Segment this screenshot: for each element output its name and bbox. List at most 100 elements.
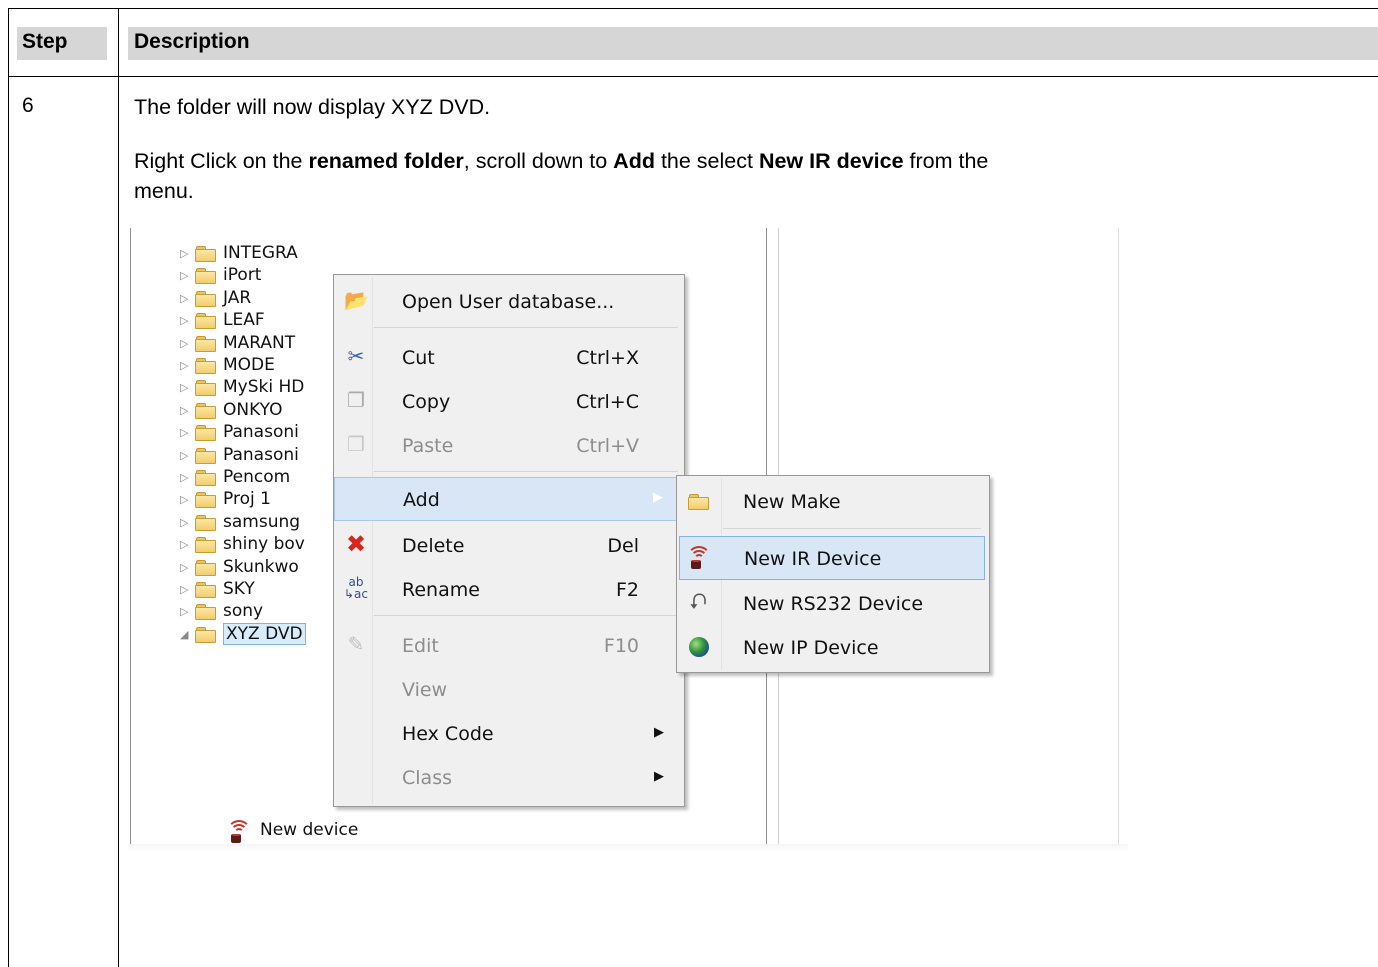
menu-item-add[interactable]: Add ▶ (334, 477, 684, 521)
folder-icon (195, 536, 216, 553)
tree-item[interactable]: ▷ sony (180, 600, 263, 622)
menu-item-label: Copy (402, 391, 451, 413)
folder-icon (195, 469, 216, 486)
tree-item[interactable]: ▷ SKY (180, 578, 255, 600)
menu-item-open-user-database[interactable]: 📂 Open User database... (334, 281, 684, 321)
instruction-line-3: menu. (134, 179, 194, 203)
tree-item[interactable]: ▷ MySki HD (180, 376, 304, 398)
collapsed-arrow-icon[interactable]: ▷ (180, 269, 192, 282)
collapsed-arrow-icon[interactable]: ▷ (180, 471, 192, 484)
tree-item-label: shiny bov (223, 534, 305, 554)
tree-item[interactable]: ▷ INTEGRA (180, 242, 298, 264)
text-run: the select (654, 149, 759, 173)
tree-item[interactable]: ▷ Skunkwo (180, 556, 299, 578)
menu-separator (374, 471, 678, 472)
folder-icon (195, 335, 216, 352)
step-number: 6 (22, 94, 34, 117)
collapsed-arrow-icon[interactable]: ▷ (180, 337, 192, 350)
text-run: from the (903, 149, 989, 173)
menu-item-shortcut: Del (607, 535, 639, 557)
tree-item[interactable]: ▷ ONKYO (180, 399, 282, 421)
submenu-item-new-rs232-device[interactable]: ⮏ New RS232 Device (679, 584, 985, 624)
tree-item-label: Panasoni (223, 422, 299, 442)
collapsed-arrow-icon[interactable]: ▷ (180, 516, 192, 529)
scissors-icon: ✂ (347, 344, 365, 368)
collapsed-arrow-icon[interactable]: ▷ (180, 561, 192, 574)
collapsed-arrow-icon[interactable]: ▷ (180, 493, 192, 506)
pane-border-left (130, 228, 131, 852)
menu-item-rename[interactable]: ab ↳ac Rename F2 (334, 569, 684, 609)
expanded-arrow-icon[interactable]: ◢ (180, 628, 192, 641)
collapsed-arrow-icon[interactable]: ▷ (180, 359, 192, 372)
table-header-divider (8, 76, 1378, 77)
tree-item-label: INTEGRA (223, 243, 298, 263)
bold-add: Add (613, 149, 655, 173)
collapsed-arrow-icon[interactable]: ▷ (180, 426, 192, 439)
menu-item-shortcut: Ctrl+X (576, 347, 639, 369)
tree-item[interactable]: ▷ iPort (180, 264, 261, 286)
collapsed-arrow-icon[interactable]: ▷ (180, 292, 192, 305)
folder-icon (195, 267, 216, 284)
menu-item-view: View (334, 669, 684, 709)
tree-item-label: MODE (223, 355, 275, 375)
tree-item[interactable]: ▷ Pencom (180, 466, 290, 488)
collapsed-arrow-icon[interactable]: ▷ (180, 538, 192, 551)
menu-item-label: Paste (402, 435, 454, 457)
folder-icon (195, 424, 216, 441)
collapsed-arrow-icon[interactable]: ▷ (180, 583, 192, 596)
menu-item-hex-code[interactable]: Hex Code ▶ (334, 713, 684, 753)
folder-icon (195, 491, 216, 508)
tree-item[interactable]: ▷ Proj 1 (180, 488, 271, 510)
collapsed-arrow-icon[interactable]: ▷ (180, 381, 192, 394)
collapsed-arrow-icon[interactable]: ▷ (180, 404, 192, 417)
tree-item[interactable]: ▷ JAR (180, 287, 251, 309)
collapsed-arrow-icon[interactable]: ▷ (180, 314, 192, 327)
menu-item-delete[interactable]: ✖ Delete Del (334, 525, 684, 565)
submenu-item-new-ip-device[interactable]: New IP Device (679, 628, 985, 668)
menu-separator (374, 615, 678, 616)
tree-item[interactable]: ▷ LEAF (180, 309, 265, 331)
instruction-line-2: Right Click on the renamed folder, scrol… (134, 148, 988, 175)
folder-icon (195, 626, 216, 643)
header-step: Step (22, 30, 68, 53)
collapsed-arrow-icon[interactable]: ▷ (180, 247, 192, 260)
text-run: , scroll down to (463, 149, 614, 173)
tree-item-label: MySki HD (223, 377, 305, 397)
menu-item-shortcut: F2 (615, 579, 639, 601)
tree-item-label: sony (223, 601, 264, 621)
menu-item-shortcut: Ctrl+V (576, 435, 639, 457)
menu-item-cut[interactable]: ✂ Cut Ctrl+X (334, 337, 684, 377)
tree-item[interactable]: ▷ shiny bov (180, 533, 305, 555)
collapsed-arrow-icon[interactable]: ▷ (180, 605, 192, 618)
pane-border-right (1118, 228, 1119, 852)
tree-item-label: LEAF (223, 310, 265, 330)
menu-item-label: Open User database... (402, 291, 615, 313)
menu-item-label: Cut (402, 347, 435, 369)
tree-item[interactable]: ▷ MARANT (180, 332, 295, 354)
menu-item-label: Edit (402, 635, 439, 657)
submenu-item-new-ir-device[interactable]: New IR Device (679, 536, 985, 580)
open-folder-icon: 📂 (344, 288, 369, 312)
rename-icon: ab ↳ac (344, 575, 369, 601)
tree-item[interactable]: ▷ samsung (180, 511, 300, 533)
collapsed-arrow-icon[interactable]: ▷ (180, 449, 192, 462)
tree-item-label: Proj 1 (223, 489, 271, 509)
tree-item[interactable]: ▷ Panasoni (180, 421, 299, 443)
menu-item-label: Rename (402, 579, 480, 601)
tree-item[interactable]: ▷ MODE (180, 354, 275, 376)
submenu-arrow-icon: ▶ (654, 769, 664, 784)
copy-icon: ❐ (347, 388, 365, 412)
menu-item-copy[interactable]: ❐ Copy Ctrl+C (334, 381, 684, 421)
menu-item-label: Add (403, 489, 440, 511)
folder-icon (195, 402, 216, 419)
submenu-item-new-make[interactable]: New Make (679, 482, 985, 522)
tree-item-label: SKY (223, 579, 255, 599)
tree-child-new-device[interactable]: New device (227, 818, 359, 843)
tree-item-label: ONKYO (223, 400, 283, 420)
folder-icon (195, 447, 216, 464)
tree-item[interactable]: ◢ XYZ DVD (180, 623, 306, 645)
tree-child-label: New device (260, 820, 359, 840)
table-top-border (8, 8, 1378, 9)
submenu-item-label: New RS232 Device (743, 593, 924, 615)
tree-item[interactable]: ▷ Panasoni (180, 444, 299, 466)
